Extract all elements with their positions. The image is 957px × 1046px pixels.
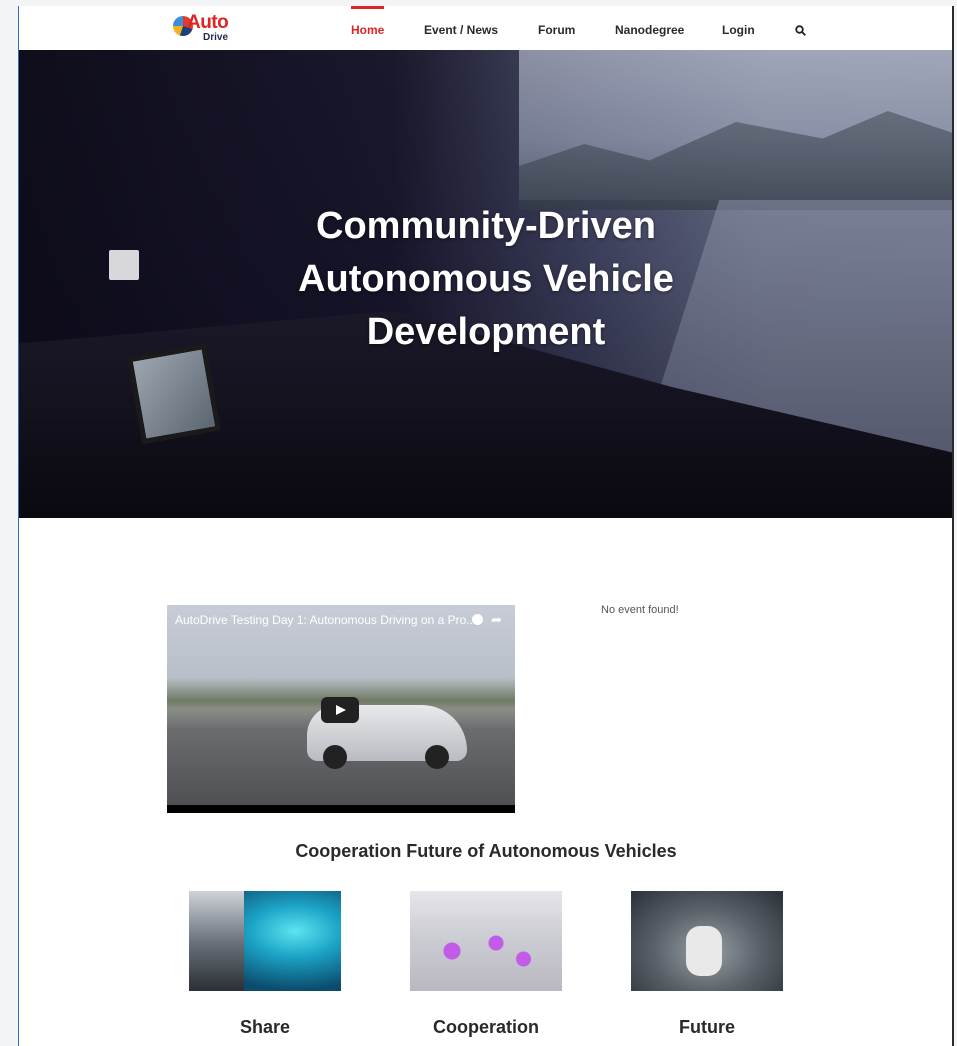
nav-item-login[interactable]: Login — [722, 23, 755, 37]
nav-item-nanodegree[interactable]: Nanodegree — [615, 23, 684, 37]
card-cooperation-label[interactable]: Cooperation — [380, 1017, 592, 1038]
video-car-wheel — [425, 745, 449, 769]
card-future-image[interactable] — [631, 891, 783, 991]
share-icon[interactable]: ➦ — [491, 612, 502, 628]
card-future-label[interactable]: Future — [601, 1017, 813, 1038]
nav-item-forum[interactable]: Forum — [538, 23, 575, 37]
logo-text-drive: Drive — [203, 32, 229, 43]
card-share-label[interactable]: Share — [159, 1017, 371, 1038]
no-event-message: No event found! — [601, 604, 679, 616]
hero-title: Community-Driven Autonomous Vehicle Deve… — [236, 200, 736, 359]
nav-item-event-news[interactable]: Event / News — [424, 23, 498, 37]
card-cooperation-image[interactable] — [410, 891, 562, 991]
card-cooperation[interactable]: Cooperation — [410, 891, 562, 1037]
nav-active-indicator — [351, 6, 384, 9]
site-logo[interactable]: Auto Drive — [173, 12, 243, 44]
hero-title-line1: Community-Driven — [316, 205, 656, 247]
video-car-wheel — [323, 745, 347, 769]
page: Auto Drive Home Event / News Forum Nanod… — [18, 6, 953, 1046]
search-icon[interactable] — [795, 25, 806, 36]
top-navigation: Auto Drive Home Event / News Forum Nanod… — [19, 6, 953, 50]
card-future[interactable]: Future — [631, 891, 783, 1037]
cooperation-section-title: Cooperation Future of Autonomous Vehicle… — [295, 841, 677, 861]
window-edge — [952, 6, 954, 1046]
video-player[interactable]: AutoDrive Testing Day 1: Autonomous Driv… — [167, 605, 515, 813]
card-share[interactable]: Share — [189, 891, 341, 1037]
logo-text-auto: Auto — [187, 12, 229, 33]
hero-tablet — [126, 343, 222, 445]
video-bottom-bar — [167, 805, 515, 813]
card-share-image[interactable] — [189, 891, 341, 991]
hero-sensor-box — [109, 250, 139, 280]
play-button[interactable] — [321, 697, 359, 723]
hero-title-line2: Autonomous Vehicle — [298, 258, 674, 300]
hero-banner: Community-Driven Autonomous Vehicle Deve… — [19, 50, 953, 518]
watch-later-icon[interactable] — [472, 614, 483, 625]
hero-title-line3: Development — [366, 311, 606, 353]
video-title[interactable]: AutoDrive Testing Day 1: Autonomous Driv… — [175, 613, 476, 627]
nav-item-home[interactable]: Home — [351, 23, 384, 37]
